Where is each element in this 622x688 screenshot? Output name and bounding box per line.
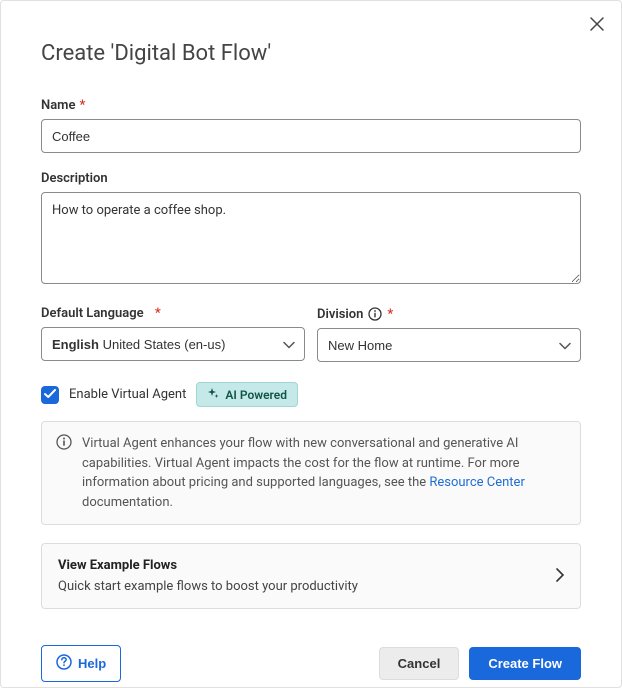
create-flow-dialog: Create 'Digital Bot Flow' Name * Descrip… (0, 0, 622, 688)
dialog-title: Create 'Digital Bot Flow' (41, 41, 581, 66)
info-panel: Virtual Agent enhances your flow with ne… (41, 421, 581, 525)
close-button[interactable] (587, 15, 607, 35)
chevron-right-icon (556, 567, 564, 586)
enable-virtual-agent-checkbox[interactable] (41, 386, 59, 404)
help-button[interactable]: Help (41, 645, 121, 682)
division-label-text: Division (317, 307, 363, 322)
division-select[interactable]: New Home (317, 328, 581, 362)
info-text: Virtual Agent enhances your flow with ne… (82, 434, 566, 512)
description-label: Description (41, 171, 581, 186)
required-indicator: * (387, 307, 393, 322)
sparkle-icon (207, 387, 219, 402)
name-input[interactable] (41, 119, 581, 153)
dialog-footer: Help Cancel Create Flow (41, 645, 581, 682)
example-flows-panel[interactable]: View Example Flows Quick start example f… (41, 543, 581, 609)
checkmark-icon (44, 387, 56, 402)
example-flows-content: View Example Flows Quick start example f… (58, 558, 358, 594)
close-icon (590, 17, 604, 34)
name-label: Name * (41, 98, 581, 113)
language-label-text: Default Language (41, 306, 144, 321)
ai-powered-badge: AI Powered (196, 382, 298, 407)
description-label-text: Description (41, 171, 108, 186)
language-label: Default Language * (41, 306, 305, 321)
required-indicator: * (79, 98, 85, 113)
info-icon[interactable] (367, 306, 383, 322)
help-icon (56, 654, 72, 673)
description-field: Description (41, 171, 581, 288)
language-select[interactable]: English United States (en-us) (41, 327, 305, 361)
create-flow-button[interactable]: Create Flow (469, 647, 581, 680)
name-label-text: Name (41, 98, 75, 113)
division-label: Division * (317, 306, 581, 322)
description-input[interactable] (41, 192, 581, 284)
ai-badge-text: AI Powered (225, 388, 287, 402)
required-indicator: * (155, 306, 161, 321)
language-selected-locale: United States (en-us) (103, 337, 226, 352)
resource-center-link[interactable]: Resource Center (429, 475, 525, 490)
help-button-label: Help (78, 656, 106, 671)
virtual-agent-row: Enable Virtual Agent AI Powered (41, 382, 581, 407)
example-flows-subtitle: Quick start example flows to boost your … (58, 579, 358, 594)
virtual-agent-label: Enable Virtual Agent (69, 387, 186, 402)
language-field: Default Language * English United States… (41, 306, 305, 362)
lang-division-row: Default Language * English United States… (41, 306, 581, 362)
name-field: Name * (41, 98, 581, 153)
info-text-post: documentation. (82, 495, 173, 510)
example-flows-title: View Example Flows (58, 558, 358, 573)
division-field: Division * New Home (317, 306, 581, 362)
info-icon (56, 434, 72, 512)
division-selected: New Home (328, 338, 392, 353)
language-selected-name: English (52, 337, 99, 352)
cancel-button[interactable]: Cancel (379, 647, 460, 680)
footer-actions: Cancel Create Flow (379, 647, 581, 680)
